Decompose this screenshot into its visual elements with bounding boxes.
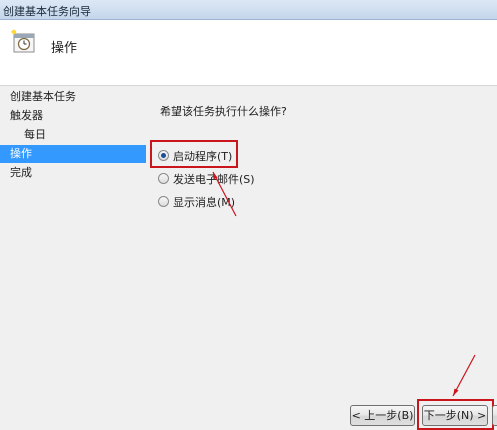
arrow-head-next-button xyxy=(453,388,459,396)
arrow-to-start-program xyxy=(212,171,237,217)
annotation-arrows xyxy=(212,171,476,397)
